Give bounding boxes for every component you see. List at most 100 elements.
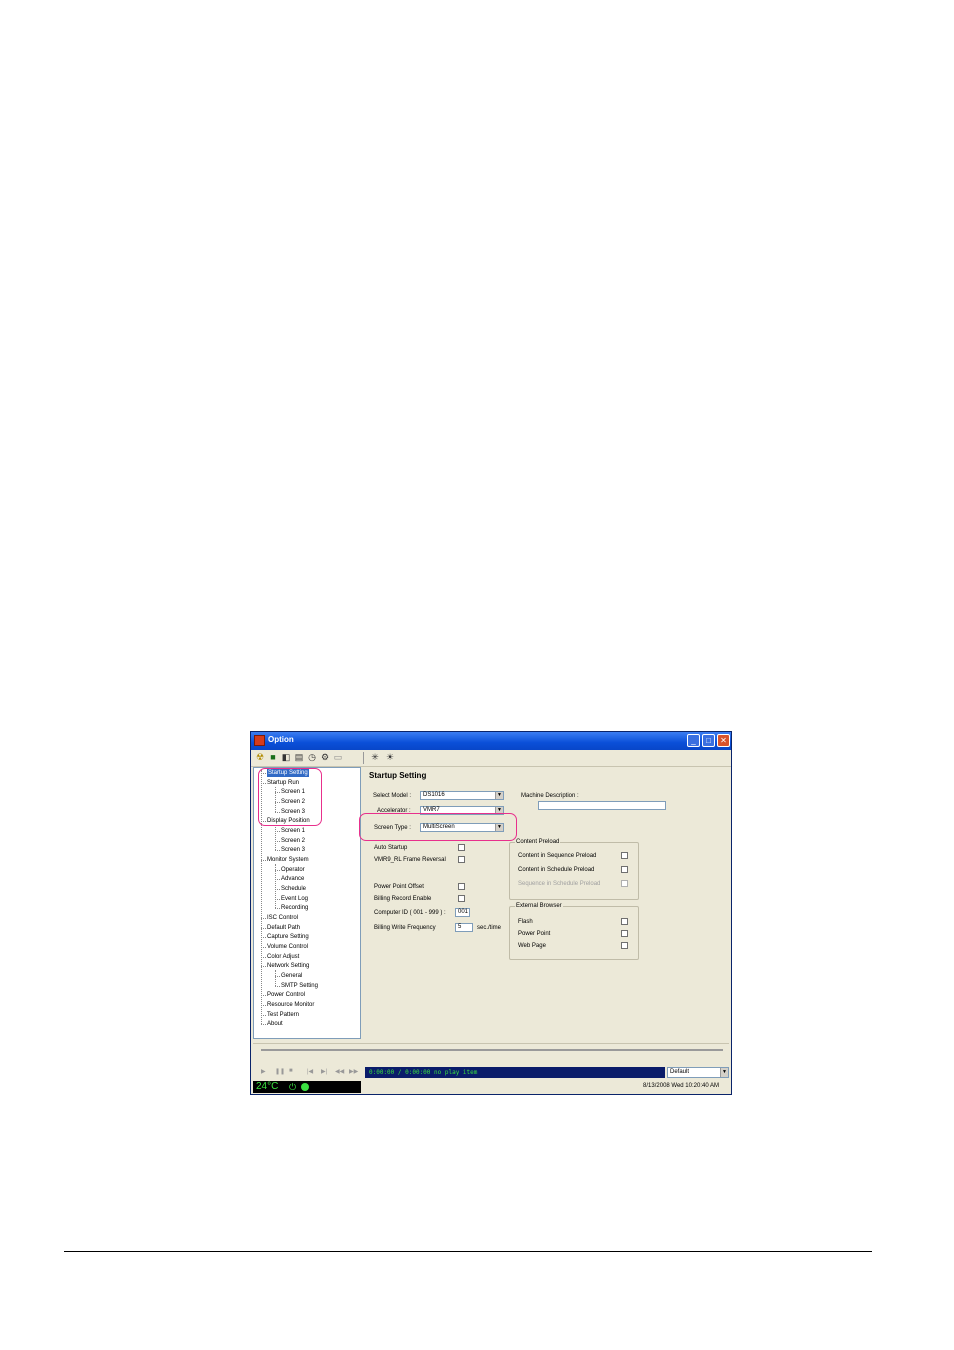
previous-button[interactable]: |◀: [307, 1068, 313, 1075]
tree-item[interactable]: Capture Setting: [267, 933, 309, 941]
playback-controls: ▶ ❚❚ ■ |◀ ▶| ◀◀ ▶▶ 0:00:00 / 0:00:00 no …: [251, 1066, 731, 1079]
power-point-offset-checkbox[interactable]: [458, 883, 465, 890]
profile-value: Default: [670, 1069, 690, 1075]
tree-item[interactable]: Power Control: [267, 991, 305, 999]
chevron-down-icon[interactable]: ▼: [720, 1068, 728, 1077]
rewind-button[interactable]: ◀◀: [335, 1068, 344, 1075]
tree-item[interactable]: Event Log: [281, 895, 308, 903]
tree-item[interactable]: Network Setting: [267, 962, 309, 970]
machine-description-label: Machine Description :: [521, 793, 579, 799]
tree-item[interactable]: Screen 1: [281, 827, 305, 835]
play-button[interactable]: ▶: [261, 1068, 266, 1075]
tree-item[interactable]: ISC Control: [267, 914, 298, 922]
content-preload-title: Content Preload: [515, 838, 561, 846]
billing-write-input[interactable]: 5: [455, 923, 473, 932]
tree-highlight-annotation: [258, 768, 322, 826]
list-icon[interactable]: ▭: [333, 752, 343, 762]
tree-connector: [275, 985, 280, 987]
billing-write-label: Billing Write Frequency: [374, 925, 436, 931]
vmr9-frame-reversal-label: VMR9_RL Frame Reversal: [374, 857, 446, 863]
maximize-button[interactable]: □: [702, 734, 715, 747]
temperature-text: 24°C: [256, 1081, 279, 1092]
record-icon[interactable]: ■: [268, 752, 278, 762]
machine-description-input[interactable]: [538, 801, 666, 810]
computer-id-input[interactable]: 001: [455, 908, 470, 917]
select-model-dropdown[interactable]: DS1016 ▼: [420, 791, 504, 800]
tree-item[interactable]: Advance: [281, 875, 304, 883]
screen-type-highlight-annotation: [359, 813, 517, 841]
tree-item[interactable]: Recording: [281, 904, 308, 912]
tree-connector: [275, 850, 280, 852]
temperature-display: 24°C ⏻: [253, 1081, 361, 1093]
flash-checkbox[interactable]: [621, 918, 628, 925]
profile-dropdown[interactable]: Default ▼: [667, 1067, 729, 1078]
time-display: 0:00:00 / 0:00:00 no play item: [365, 1067, 665, 1078]
tree-item[interactable]: Monitor System: [267, 856, 309, 864]
app-icon: [254, 735, 265, 746]
chevron-down-icon[interactable]: ▼: [495, 792, 503, 799]
power-point-offset-label: Power Point Offset: [374, 884, 424, 890]
auto-startup-label: Auto Startup: [374, 845, 408, 851]
tree-item[interactable]: Operator: [281, 866, 305, 874]
vmr9-frame-reversal-checkbox[interactable]: [458, 856, 465, 863]
billing-write-unit: sec./time: [477, 925, 502, 931]
radiation-icon[interactable]: ☢: [255, 752, 265, 762]
screens-icon[interactable]: ◧: [281, 752, 291, 762]
tree-item[interactable]: Screen 3: [281, 846, 305, 854]
status-bar: 24°C ⏻ 8/13/2008 Wed 10:20:40 AM: [251, 1080, 731, 1094]
content-sched-preload-checkbox[interactable]: [621, 866, 628, 873]
billing-record-checkbox[interactable]: [458, 895, 465, 902]
content-preload-group: Content Preload Content in Sequence Prel…: [509, 838, 639, 900]
tree-item[interactable]: General: [281, 972, 302, 980]
flash-label: Flash: [518, 919, 533, 925]
tree-item[interactable]: Screen 2: [281, 837, 305, 845]
options-window: Option _ □ ✕ ☢ ■ ◧ ▤ ◷ ⚙ ▭ ✳ ☀ Startup S…: [250, 731, 732, 1095]
tree-branch-line: [275, 825, 276, 851]
power-point-checkbox[interactable]: [621, 930, 628, 937]
page-footer-rule: [64, 1251, 872, 1252]
billing-record-label: Billing Record Enable: [374, 896, 432, 902]
tree-item[interactable]: Test Pattern: [267, 1011, 299, 1019]
minimize-button[interactable]: _: [687, 734, 700, 747]
fast-forward-button[interactable]: ▶▶: [349, 1068, 358, 1075]
tree-item[interactable]: SMTP Setting: [281, 982, 318, 990]
clock-icon[interactable]: ◷: [307, 752, 317, 762]
window-title: Option: [268, 735, 294, 744]
tree-item[interactable]: Default Path: [267, 924, 300, 932]
content-seq-preload-checkbox[interactable]: [621, 852, 628, 859]
web-page-label: Web Page: [518, 943, 546, 949]
stop-button[interactable]: ■: [289, 1068, 293, 1074]
brightness-up-icon[interactable]: ☀: [385, 752, 395, 762]
auto-startup-checkbox[interactable]: [458, 844, 465, 851]
document-icon[interactable]: ▤: [294, 752, 304, 762]
status-dot-icon: [301, 1083, 309, 1091]
seek-area: [253, 1043, 729, 1060]
settings-panel: Startup Setting Select Model : DS1016 ▼ …: [363, 767, 729, 1039]
content-sched-preload-label: Content in Schedule Preload: [518, 867, 595, 873]
seek-slider[interactable]: [261, 1049, 723, 1051]
tree-item[interactable]: About: [267, 1020, 283, 1028]
tree-item[interactable]: Resource Monitor: [267, 1001, 314, 1009]
tools-icon[interactable]: ⚙: [320, 752, 330, 762]
power-point-label: Power Point: [518, 931, 551, 937]
seq-sched-preload-label: Sequence in Schedule Preload: [518, 881, 601, 887]
panel-title: Startup Setting: [369, 771, 427, 780]
close-button[interactable]: ✕: [717, 734, 730, 747]
tree-branch-line: [275, 970, 276, 986]
tree-item[interactable]: Volume Control: [267, 943, 308, 951]
title-bar[interactable]: Option _ □ ✕: [251, 732, 731, 750]
power-icon[interactable]: ⏻: [289, 1081, 296, 1093]
select-model-value: DS1016: [423, 792, 445, 798]
external-browser-group: External Browser Flash Power Point Web P…: [509, 902, 639, 960]
seq-sched-preload-checkbox[interactable]: [621, 880, 628, 887]
tree-branch-line: [275, 864, 276, 909]
computer-id-label: Computer ID ( 001 - 999 ) :: [374, 910, 446, 916]
web-page-checkbox[interactable]: [621, 942, 628, 949]
toolbar-separator: [363, 752, 364, 764]
pause-button[interactable]: ❚❚: [275, 1068, 285, 1075]
next-button[interactable]: ▶|: [321, 1068, 327, 1075]
select-model-label: Select Model :: [373, 793, 412, 799]
brightness-down-icon[interactable]: ✳: [370, 752, 380, 762]
tree-item[interactable]: Schedule: [281, 885, 306, 893]
tree-item[interactable]: Color Adjust: [267, 953, 299, 961]
